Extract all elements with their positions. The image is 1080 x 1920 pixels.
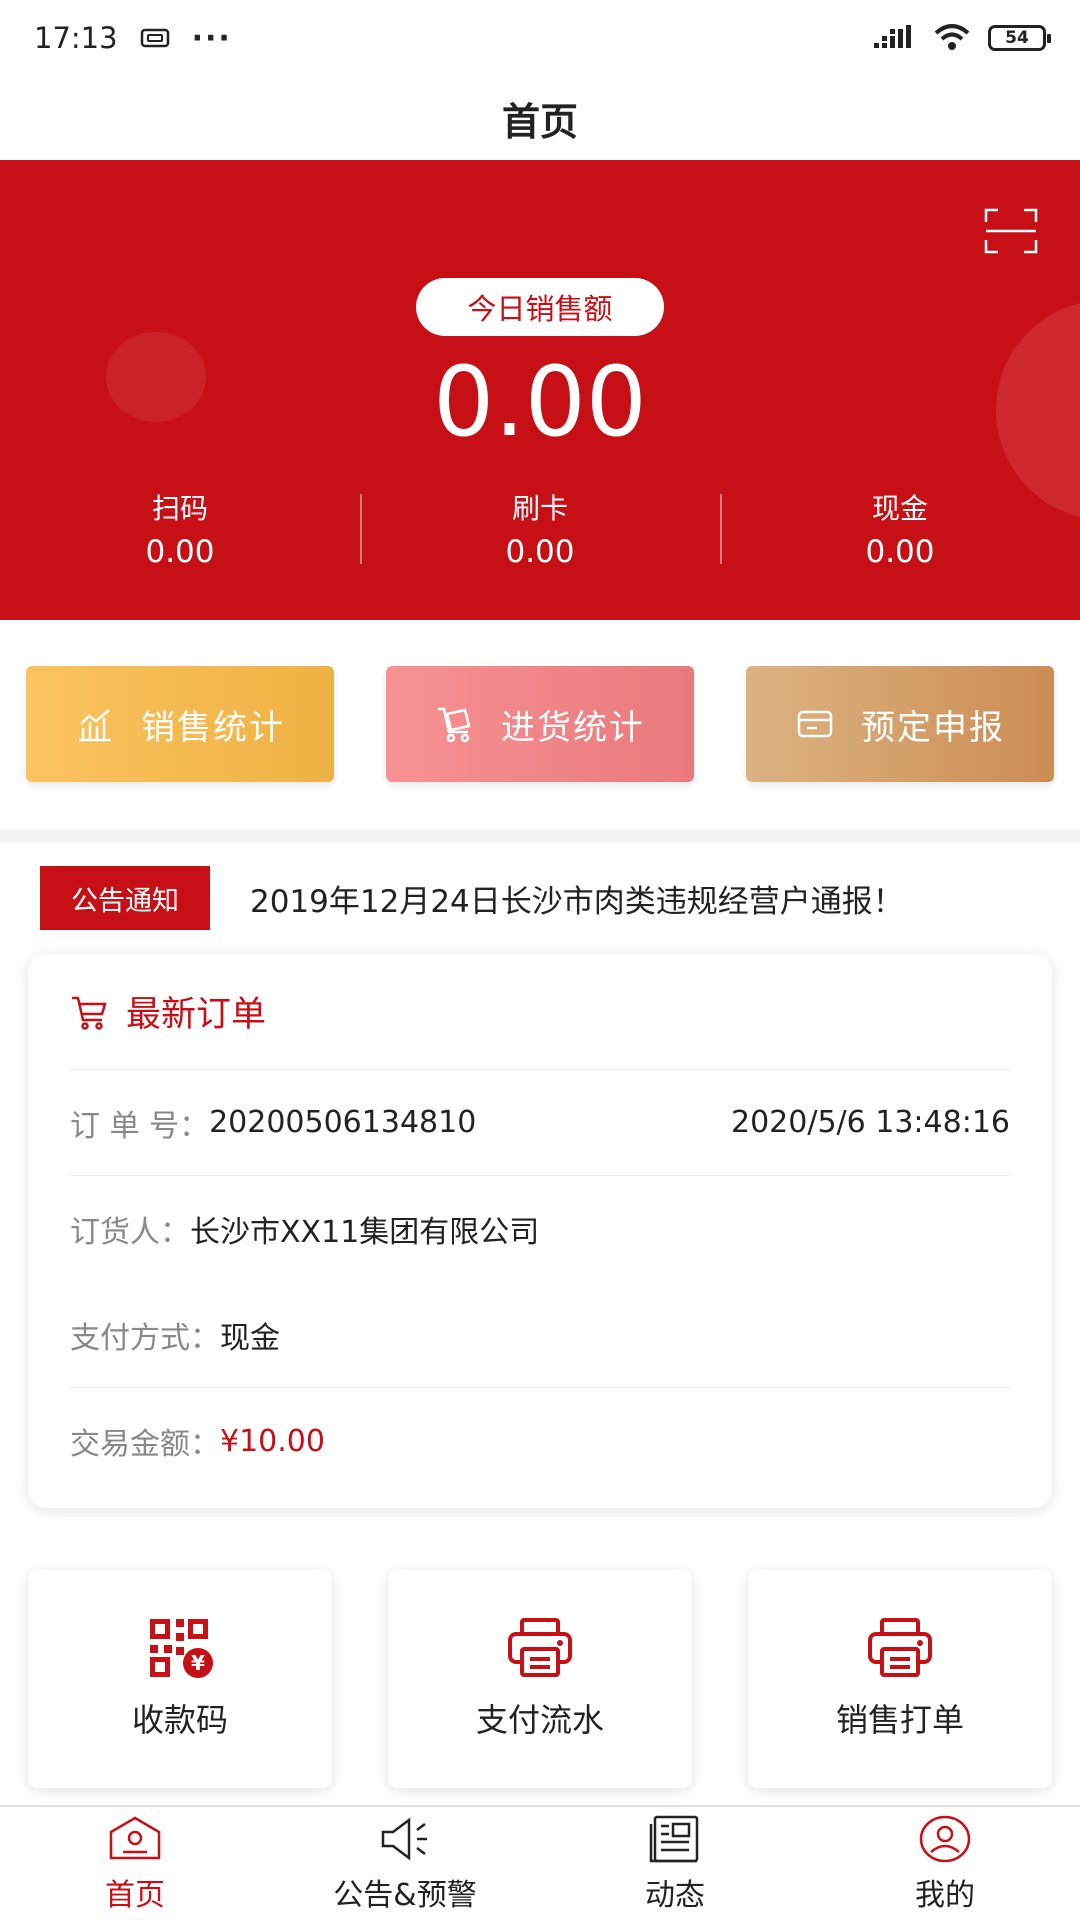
tab-home[interactable]: 首页 — [0, 1807, 270, 1920]
order-card-title: 最新订单 — [126, 995, 267, 1035]
reservation-report-label: 预定申报 — [861, 707, 1005, 748]
order-card-header: 最新订单 — [70, 954, 1010, 1070]
svg-text:¥: ¥ — [191, 1651, 205, 1675]
sales-banner: 今日销售额 0.00 扫码 0.00 刷卡 0.00 现金 0.00 — [0, 160, 1080, 620]
sales-card: 刷卡 0.00 — [360, 490, 720, 574]
cart-icon — [438, 707, 471, 743]
quick-actions: 销售统计 进货统计 预定申报 — [26, 666, 1054, 782]
purchase-stats-label: 进货统计 — [501, 707, 645, 748]
notice-text[interactable]: 2019年12月24日长沙市肉类违规经营户通报！ — [250, 876, 904, 921]
today-sales-total: 0.00 — [433, 346, 647, 458]
sales-cash-label: 现金 — [871, 492, 928, 525]
megaphone-icon — [381, 1817, 427, 1860]
tab-news-label: 动态 — [645, 1877, 705, 1913]
payment-qr-button[interactable]: ¥ 收款码 — [28, 1570, 332, 1788]
section-divider — [0, 830, 1080, 842]
order-amount-label: 交易金额： — [70, 1427, 220, 1462]
notice-bar[interactable]: 公告通知 2019年12月24日长沙市肉类违规经营户通报！ — [40, 866, 1050, 930]
bar-chart-icon — [79, 709, 111, 742]
qr-code-icon: ¥ — [150, 1619, 213, 1678]
order-buyer-value: 长沙市XX11集团有限公司 — [190, 1215, 540, 1250]
order-pay-row: 支付方式： 现金 — [70, 1282, 1010, 1388]
shopping-cart-icon — [72, 996, 107, 1030]
page-title: 首页 — [501, 99, 578, 144]
tab-home-label: 首页 — [105, 1877, 165, 1913]
sales-scan-label: 扫码 — [151, 492, 208, 525]
sales-scan-value: 0.00 — [145, 534, 215, 570]
order-amount-value: ¥10.00 — [220, 1423, 325, 1459]
bottom-tab-bar: 首页 公告&预警 动态 我的 — [0, 1805, 1080, 1920]
sales-stats-button[interactable]: 销售统计 — [26, 666, 334, 782]
today-sales-label-text: 今日销售额 — [467, 292, 613, 326]
user-icon — [919, 1815, 971, 1862]
today-sales-label: 今日销售额 — [416, 278, 664, 336]
signal-icon — [874, 25, 911, 48]
sales-print-label: 销售打单 — [835, 1701, 964, 1739]
status-time: 17:13 — [34, 21, 118, 55]
order-pay-label: 支付方式： — [70, 1320, 220, 1356]
latest-order-card[interactable]: 最新订单 订 单 号： 20200506134810 2020/5/6 13:4… — [28, 954, 1052, 1508]
tab-profile[interactable]: 我的 — [810, 1807, 1080, 1920]
sales-breakdown: 扫码 0.00 刷卡 0.00 现金 0.00 — [0, 490, 1080, 574]
wifi-icon — [934, 24, 970, 50]
wallet-icon — [797, 710, 833, 738]
scan-icon[interactable] — [984, 208, 1038, 254]
reservation-report-button[interactable]: 预定申报 — [746, 666, 1054, 782]
order-buyer-row: 订货人： 长沙市XX11集团有限公司 — [70, 1176, 1010, 1282]
payment-flow-label: 支付流水 — [475, 1701, 604, 1739]
printer-icon — [508, 1618, 572, 1677]
sales-cash: 现金 0.00 — [720, 490, 1080, 574]
page-title-bar: 首页 — [0, 76, 1080, 160]
order-number-value: 20200506134810 — [209, 1105, 477, 1140]
payment-flow-button[interactable]: 支付流水 — [388, 1570, 692, 1788]
order-time: 2020/5/6 13:48:16 — [730, 1105, 1010, 1140]
tool-grid: ¥ 收款码 支付流水 销售打单 — [28, 1570, 1052, 1788]
order-buyer-label: 订货人： — [70, 1215, 190, 1250]
sales-cash-value: 0.00 — [865, 534, 935, 570]
newspaper-icon — [649, 1815, 699, 1862]
sales-stats-label: 销售统计 — [141, 707, 285, 748]
order-number-label: 订 单 号： — [70, 1108, 210, 1144]
sales-scan: 扫码 0.00 — [0, 490, 360, 574]
order-number-row: 订 单 号： 20200506134810 2020/5/6 13:48:16 — [70, 1070, 1010, 1176]
battery-icon: 54 — [988, 25, 1051, 51]
notice-tag: 公告通知 — [40, 866, 210, 930]
status-bar: 17:13 ··· 54 — [0, 0, 1080, 76]
tab-notice-warning[interactable]: 公告&预警 — [270, 1807, 540, 1920]
sales-card-label: 刷卡 — [511, 492, 568, 525]
sales-card-value: 0.00 — [505, 534, 575, 570]
home-icon — [109, 1816, 161, 1859]
tab-notice-warning-label: 公告&预警 — [333, 1877, 477, 1913]
tab-news[interactable]: 动态 — [540, 1807, 810, 1920]
battery-level: 54 — [1005, 28, 1029, 48]
order-pay-value: 现金 — [220, 1320, 280, 1356]
payment-qr-label: 收款码 — [131, 1701, 228, 1739]
printer-icon — [868, 1618, 932, 1677]
sales-print-button[interactable]: 销售打单 — [748, 1570, 1052, 1788]
status-more-dots: ··· — [191, 20, 232, 56]
sim-card-icon — [140, 28, 169, 48]
order-amount-row: 交易金额： ¥10.00 — [70, 1388, 1010, 1494]
notice-tag-text: 公告通知 — [71, 885, 179, 917]
tab-profile-label: 我的 — [915, 1877, 975, 1913]
purchase-stats-button[interactable]: 进货统计 — [386, 666, 694, 782]
